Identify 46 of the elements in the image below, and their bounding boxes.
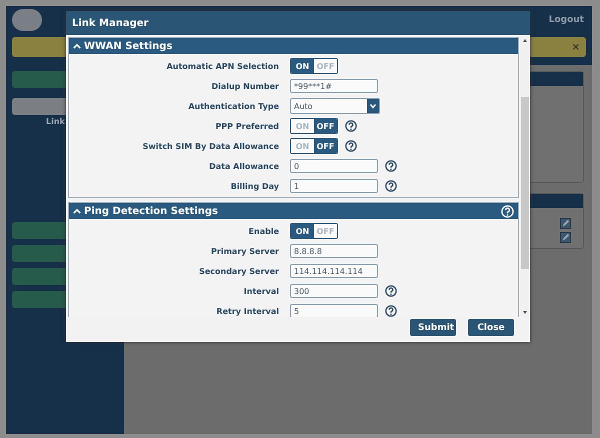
logo-icon bbox=[12, 9, 42, 31]
help-icon[interactable] bbox=[345, 140, 357, 152]
input-field[interactable]: 5 bbox=[290, 304, 378, 317]
help-icon[interactable] bbox=[385, 305, 397, 317]
field-label: Secondary Server bbox=[198, 266, 280, 276]
field-label: Billing Day bbox=[230, 182, 280, 190]
help-icon[interactable] bbox=[385, 160, 397, 172]
sidebar-label: Link bbox=[46, 117, 66, 126]
field-label: Retry Interval bbox=[215, 306, 280, 316]
toggle-switch[interactable]: ON OFF bbox=[290, 58, 338, 74]
caret-icon bbox=[367, 99, 379, 113]
dropdown[interactable]: Auto bbox=[290, 98, 380, 114]
input-field[interactable]: 114.114.114.114 bbox=[290, 264, 378, 278]
chevron-up-icon bbox=[73, 208, 81, 214]
field-label: Enable bbox=[248, 226, 280, 236]
toggle-switch[interactable]: ON OFF bbox=[290, 118, 338, 134]
field-label: Primary Server bbox=[210, 246, 280, 256]
section-title: Ping Detection Settings bbox=[84, 206, 219, 216]
input-field[interactable]: 0 bbox=[290, 159, 378, 173]
input-field[interactable]: 300 bbox=[290, 284, 378, 298]
dialog-title: Link Manager bbox=[66, 11, 530, 35]
edit-icon[interactable] bbox=[560, 218, 571, 229]
help-icon[interactable] bbox=[385, 285, 397, 297]
input-field[interactable]: 1 bbox=[290, 179, 378, 193]
field-label: Data Allowance bbox=[208, 162, 280, 170]
field-label: Interval bbox=[242, 286, 280, 296]
help-icon[interactable] bbox=[345, 120, 357, 132]
input-field[interactable]: *99***1# bbox=[290, 79, 378, 93]
toggle-switch[interactable]: ON OFF bbox=[290, 138, 338, 154]
toggle-switch[interactable]: ON OFF bbox=[290, 223, 338, 239]
scrollbar[interactable] bbox=[520, 35, 530, 317]
section-header[interactable]: WWAN Settings bbox=[69, 38, 518, 54]
field-label: Dialup Number bbox=[210, 82, 280, 90]
edit-icon[interactable] bbox=[560, 232, 571, 243]
section-title: WWAN Settings bbox=[84, 40, 174, 52]
help-icon[interactable] bbox=[385, 180, 397, 192]
chevron-up-icon bbox=[73, 42, 81, 50]
input-field[interactable]: 8.8.8.8 bbox=[290, 244, 378, 258]
field-label: Automatic APN Selection bbox=[166, 62, 280, 70]
section-header[interactable]: Ping Detection Settings bbox=[69, 203, 518, 219]
field-label: PPP Preferred bbox=[214, 122, 280, 130]
field-label: Authentication Type bbox=[187, 102, 280, 110]
close-button[interactable]: Close bbox=[468, 319, 514, 336]
field-label: Switch SIM By Data Allowance bbox=[142, 142, 280, 150]
logout-link[interactable]: Logout bbox=[548, 15, 584, 25]
submit-button[interactable]: Submit bbox=[410, 319, 456, 336]
